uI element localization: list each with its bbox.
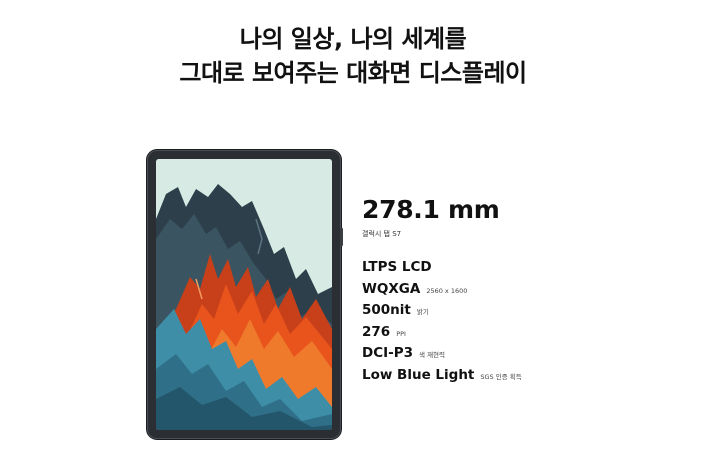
wallpaper-illustration <box>156 159 332 430</box>
spec-sub: 밝기 <box>416 308 429 316</box>
spec-item: 276 PPI <box>362 324 682 346</box>
spec-main: Low Blue Light <box>362 366 475 383</box>
spec-main: DCI-P3 <box>362 345 414 361</box>
spec-item: DCI-P3 색 재현력 <box>362 345 682 367</box>
spec-main: LTPS LCD <box>362 259 432 275</box>
spec-list: LTPS LCD WQXGA 2560 x 1600 500nit 밝기 276… <box>362 259 682 388</box>
spec-main: 276 <box>362 323 391 340</box>
spec-item: WQXGA 2560 x 1600 <box>362 281 682 303</box>
headline-line-2: 그대로 보여주는 대화면 디스플레이 <box>179 59 527 87</box>
spec-item: LTPS LCD <box>362 259 682 281</box>
spec-main: 500nit <box>362 302 411 318</box>
tablet-device-image <box>147 150 341 439</box>
spec-sub: 2560 x 1600 <box>426 286 468 295</box>
display-specs: 278.1 mm 갤럭시 탭 S7 LTPS LCD WQXGA 2560 x … <box>362 194 682 388</box>
spec-item: 500nit 밝기 <box>362 302 682 324</box>
headline-line-1: 나의 일상, 나의 세계를 <box>239 25 467 53</box>
headline: 나의 일상, 나의 세계를 그대로 보여주는 대화면 디스플레이 <box>0 22 706 90</box>
spec-item: Low Blue Light SGS 인증 획득 <box>362 367 682 389</box>
spec-sub: 색 재현력 <box>419 351 446 359</box>
model-name: 갤럭시 탭 S7 <box>362 230 402 238</box>
screen-size: 278.1 mm <box>362 195 500 224</box>
spec-main: WQXGA <box>362 280 421 297</box>
spec-sub: PPI <box>396 329 406 338</box>
tablet-side-button <box>340 228 343 246</box>
spec-sub: SGS 인증 획득 <box>480 372 522 381</box>
tablet-screen-wallpaper <box>156 159 332 430</box>
